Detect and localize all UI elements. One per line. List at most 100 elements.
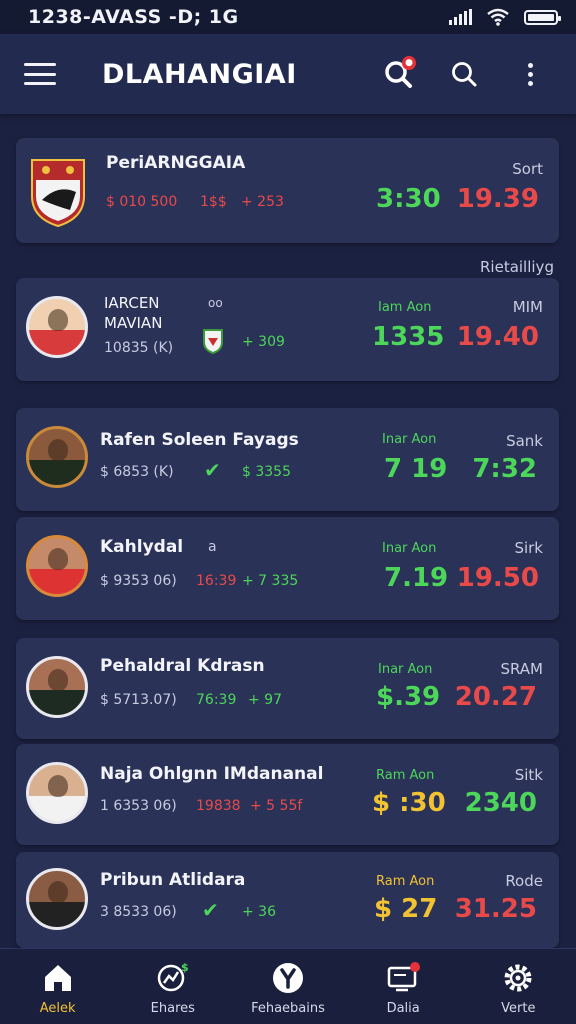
player-col2-value: 20.27 [454, 682, 537, 712]
player-col1-value: $.39 [376, 682, 441, 712]
nav-label: Aelek [39, 1001, 76, 1016]
trophy-icon [272, 963, 303, 993]
card-stat-c: + 253 [241, 194, 284, 210]
player-mini-value: oo [208, 296, 223, 310]
player-card[interactable]: Pehaldral Kdrasn $ 5713.07) 76:39 + 97 I… [16, 638, 559, 739]
player-stat-c: + 36 [242, 904, 276, 920]
search-icon [452, 62, 477, 87]
player-col2-value: 2340 [464, 788, 537, 818]
card-stat-a: $ 010 500 [106, 194, 178, 210]
card-title: PeriARNGGAIA [106, 153, 246, 173]
player-col2-value: 19.40 [456, 322, 539, 352]
player-sub: $ 6853 (K) [100, 464, 174, 480]
search-notify-button[interactable]: ● [376, 52, 420, 96]
player-col1-value: $ :30 [372, 788, 446, 818]
player-col2-value: 7:32 [472, 454, 537, 484]
player-col1-value: 7 19 [384, 454, 448, 484]
status-time: 1238-AVASS -D; 1G [28, 6, 239, 28]
bottom-navigation: Aelek $ Ehares Fehaebains Dalia Verte [0, 948, 576, 1024]
player-name: Naja Ohlgnn IMdananal [100, 764, 324, 784]
player-card[interactable]: IARCEN MAVIAN oo 10835 (K) + 309 Iam Aon… [16, 278, 559, 381]
player-col2-label: SRAM [500, 660, 543, 678]
player-sub: 10835 (K) [104, 340, 174, 356]
wifi-icon [487, 8, 509, 26]
player-stat-b: 19838 [196, 798, 241, 814]
player-card[interactable]: Pribun Atlidara 3 8533 06) ✔ + 36 Ram Ao… [16, 852, 559, 948]
tv-icon [387, 962, 421, 992]
battery-icon [524, 9, 561, 25]
app-title: DLAHANGIAI [102, 58, 297, 90]
card-col2-label: Sort [512, 160, 543, 178]
player-stat-c: + 7 335 [242, 573, 299, 589]
player-col1-label: Iam Aon [378, 300, 432, 315]
home-icon [44, 965, 71, 991]
status-bar: 1238-AVASS -D; 1G [0, 0, 576, 34]
player-col1-value: 7.19 [384, 563, 449, 593]
player-card[interactable]: Kahlydal a $ 9353 06) 16:39 + 7 335 Inar… [16, 517, 559, 620]
shield-icon [203, 329, 223, 354]
card-col1-value: 3:30 [376, 184, 441, 214]
player-col2-value: 19.50 [456, 563, 539, 593]
player-name: Pribun Atlidara [100, 870, 246, 890]
player-name-line1: IARCEN [104, 294, 160, 312]
player-avatar [26, 656, 88, 718]
chart-icon: $ [157, 961, 188, 992]
nav-item-settings[interactable]: Verte [468, 961, 568, 1016]
check-icon: ✔ [202, 898, 219, 922]
player-name-line2: MAVIAN [104, 314, 163, 332]
player-stat-c: + 5 55f [250, 798, 303, 814]
card-stat-b: 1$$ [200, 194, 227, 210]
check-icon: ✔ [204, 458, 221, 482]
player-avatar [26, 296, 88, 358]
player-sub: $ 9353 06) [100, 573, 177, 589]
player-avatar [26, 868, 88, 930]
app-bar: DLAHANGIAI ● [0, 34, 576, 114]
notification-badge: ● [402, 56, 416, 70]
menu-icon[interactable] [24, 63, 56, 85]
player-col2-label: MIM [512, 298, 543, 316]
nav-label: Fehaebains [251, 1001, 325, 1016]
player-sub: 3 8533 06) [100, 904, 177, 920]
player-col1-label: Inar Aon [378, 662, 433, 677]
nav-item-leaderboard[interactable]: Fehaebains [238, 961, 338, 1016]
more-options-button[interactable] [508, 52, 552, 96]
signal-icon [449, 9, 472, 25]
player-card[interactable]: Naja Ohlgnn IMdananal 1 6353 06) 19838 +… [16, 744, 559, 845]
player-sub: 1 6353 06) [100, 798, 177, 814]
gear-icon [504, 964, 532, 992]
status-icons [449, 8, 561, 26]
player-avatar [26, 535, 88, 597]
team-crest-icon [31, 159, 85, 228]
nav-item-data[interactable]: Dalia [353, 961, 453, 1016]
player-avatar [26, 426, 88, 488]
nav-label: Dalia [386, 1001, 420, 1016]
kebab-icon [527, 62, 533, 86]
team-card[interactable]: PeriARNGGAIA $ 010 500 1$$ + 253 3:30 So… [16, 138, 559, 243]
player-col1-value: 1335 [372, 322, 445, 352]
player-stat-b: 76:39 [196, 692, 237, 708]
player-sub: $ 5713.07) [100, 692, 177, 708]
player-stat-b: 16:39 [196, 573, 237, 589]
nav-label: Ehares [150, 1001, 195, 1016]
player-name: Pehaldral Kdrasn [100, 656, 265, 676]
nav-item-home[interactable]: Aelek [8, 961, 108, 1016]
player-col2-value: 31.25 [454, 894, 537, 924]
card-col2-value: 19.39 [456, 184, 539, 214]
player-col1-label: Ram Aon [376, 768, 435, 783]
player-col1-label: Inar Aon [382, 541, 437, 556]
player-col2-label: Rode [505, 872, 543, 890]
player-name: Rafen Soleen Fayags [100, 430, 299, 450]
player-mini-value: a [208, 539, 217, 555]
player-col2-label: Sank [506, 432, 543, 450]
player-card[interactable]: Rafen Soleen Fayags $ 6853 (K) ✔ $ 3355 … [16, 408, 559, 511]
player-col1-value: $ 27 [374, 894, 438, 924]
nav-item-shares[interactable]: $ Ehares [123, 961, 223, 1016]
player-stat-c: $ 3355 [242, 464, 291, 480]
nav-label: Verte [501, 1001, 536, 1016]
player-name: Kahlydal [100, 537, 184, 557]
player-col2-label: Sitk [514, 766, 543, 784]
player-col1-label: Ram Aon [376, 874, 435, 889]
player-col2-label: Sirk [514, 539, 543, 557]
player-stat-c: + 97 [248, 692, 282, 708]
search-button[interactable] [442, 52, 486, 96]
